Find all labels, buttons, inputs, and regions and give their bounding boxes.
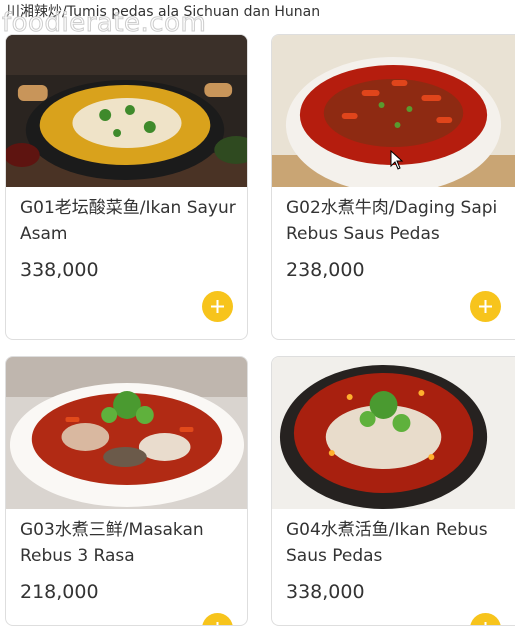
add-to-cart-button[interactable] bbox=[202, 291, 233, 322]
mouse-cursor-icon bbox=[390, 150, 404, 170]
add-to-cart-button[interactable] bbox=[470, 291, 501, 322]
plus-icon bbox=[211, 300, 224, 313]
menu-item-card[interactable]: G02水煮牛肉/Daging Sapi Rebus Saus Pedas 238… bbox=[271, 34, 515, 340]
dish-price: 238,000 bbox=[286, 259, 365, 281]
add-to-cart-button[interactable] bbox=[202, 613, 233, 625]
plus-icon bbox=[484, 622, 487, 625]
menu-item-card[interactable]: G03水煮三鲜/Masakan Rebus 3 Rasa 218,000 bbox=[5, 356, 248, 626]
dish-photo-image bbox=[6, 357, 247, 509]
dish-photo-image bbox=[272, 357, 515, 509]
dish-name: G03水煮三鲜/Masakan Rebus 3 Rasa bbox=[20, 520, 204, 566]
dish-name: G02水煮牛肉/Daging Sapi Rebus Saus Pedas bbox=[286, 198, 498, 244]
section-title: 川湘辣炒/Tumis pedas ala Sichuan dan Hunan bbox=[6, 4, 321, 20]
dish-name: G01老坛酸菜鱼/Ikan Sayur Asam bbox=[20, 198, 236, 244]
dish-price: 218,000 bbox=[20, 581, 99, 603]
dish-price: 338,000 bbox=[286, 581, 365, 603]
add-to-cart-button[interactable] bbox=[470, 613, 501, 625]
plus-icon bbox=[216, 622, 219, 625]
plus-icon bbox=[479, 300, 492, 313]
dish-photo-image bbox=[6, 35, 247, 187]
dish-price: 338,000 bbox=[20, 259, 99, 281]
menu-item-card[interactable]: G01老坛酸菜鱼/Ikan Sayur Asam 338,000 bbox=[5, 34, 248, 340]
dish-name: G04水煮活鱼/Ikan Rebus Saus Pedas bbox=[286, 520, 488, 566]
menu-item-card[interactable]: G04水煮活鱼/Ikan Rebus Saus Pedas 338,000 bbox=[271, 356, 515, 626]
